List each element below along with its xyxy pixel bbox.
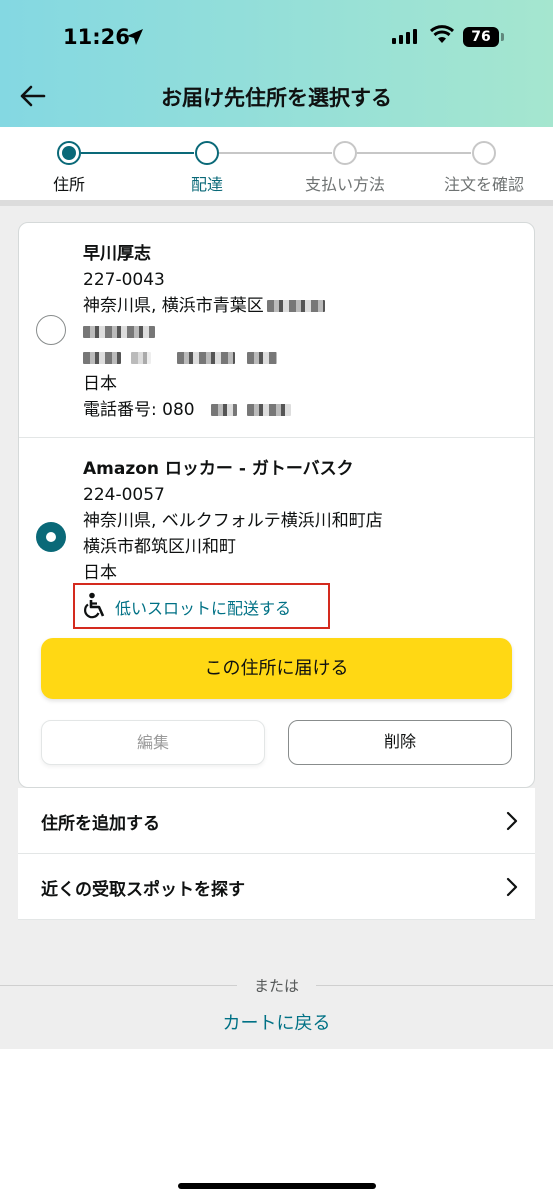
step-payment-label: 支払い方法 <box>304 175 385 194</box>
low-slot-delivery-link[interactable]: 低いスロットに配送する <box>73 583 330 629</box>
step-address-indicator <box>57 141 81 165</box>
address-phone: 電話番号: 080 <box>83 397 325 423</box>
status-time: 11:26 <box>63 25 130 49</box>
wifi-icon <box>429 25 455 43</box>
location-arrow-icon <box>127 29 143 45</box>
address-radio-2[interactable] <box>36 522 66 552</box>
address-postal: 224-0057 <box>83 485 165 505</box>
step-delivery-label: 配達 <box>190 175 223 194</box>
battery-tip <box>501 33 504 41</box>
chevron-right-icon <box>506 877 518 897</box>
app-header: 11:26 76 お届け先住所を選択する <box>0 0 553 127</box>
address-option-2[interactable]: Amazon ロッカー - ガトーバスク 224-0057 神奈川県, ベルクフ… <box>83 456 383 586</box>
add-address-label: 住所を追加する <box>41 814 160 834</box>
or-separator-label: または <box>253 977 299 995</box>
step-address-label: 住所 <box>52 175 85 194</box>
edit-button[interactable]: 編集 <box>41 720 265 765</box>
redacted-text <box>83 326 155 338</box>
low-slot-delivery-label: 低いスロットに配送する <box>115 599 292 618</box>
checkout-stepper: 住所 配達 支払い方法 注文を確認 <box>0 127 553 200</box>
address-divider <box>19 437 534 438</box>
address-option-1[interactable]: 早川厚志 227-0043 神奈川県, 横浜市青葉区 日本 電話番号: 080 <box>83 241 325 423</box>
step-delivery-indicator <box>195 141 219 165</box>
address-line1: 神奈川県, ベルクフォルテ横浜川和町店 <box>83 511 383 531</box>
address-line1: 神奈川県, 横浜市青葉区 <box>83 293 325 319</box>
page-title: お届け先住所を選択する <box>161 86 392 110</box>
address-postal: 227-0043 <box>83 270 165 290</box>
address-name: 早川厚志 <box>83 244 151 264</box>
find-pickup-spot-row[interactable]: 近くの受取スポットを探す <box>18 854 535 920</box>
step-connector <box>219 152 332 154</box>
step-payment-indicator <box>333 141 357 165</box>
chevron-right-icon <box>506 811 518 831</box>
battery-icon: 76 <box>463 27 499 47</box>
wheelchair-icon <box>84 592 105 619</box>
deliver-to-address-button[interactable]: この住所に届ける <box>41 638 512 699</box>
back-to-cart-link[interactable]: カートに戻る <box>0 1009 553 1035</box>
address-name: Amazon ロッカー - ガトーバスク <box>83 459 354 479</box>
address-line-redacted <box>83 319 325 345</box>
step-review-label: 注文を確認 <box>443 175 524 194</box>
address-line-redacted <box>83 345 325 371</box>
delete-button[interactable]: 削除 <box>288 720 512 765</box>
home-indicator <box>178 1183 376 1189</box>
address-country: 日本 <box>83 374 117 394</box>
address-line2: 横浜市都筑区川和町 <box>83 537 236 557</box>
cellular-signal-icon <box>392 29 417 44</box>
step-connector <box>81 152 194 154</box>
add-address-row[interactable]: 住所を追加する <box>18 788 535 854</box>
redacted-text <box>266 300 325 312</box>
address-radio-1[interactable] <box>36 315 66 345</box>
find-pickup-spot-label: 近くの受取スポットを探す <box>41 880 245 900</box>
step-connector <box>357 152 471 154</box>
step-review-indicator <box>472 141 496 165</box>
